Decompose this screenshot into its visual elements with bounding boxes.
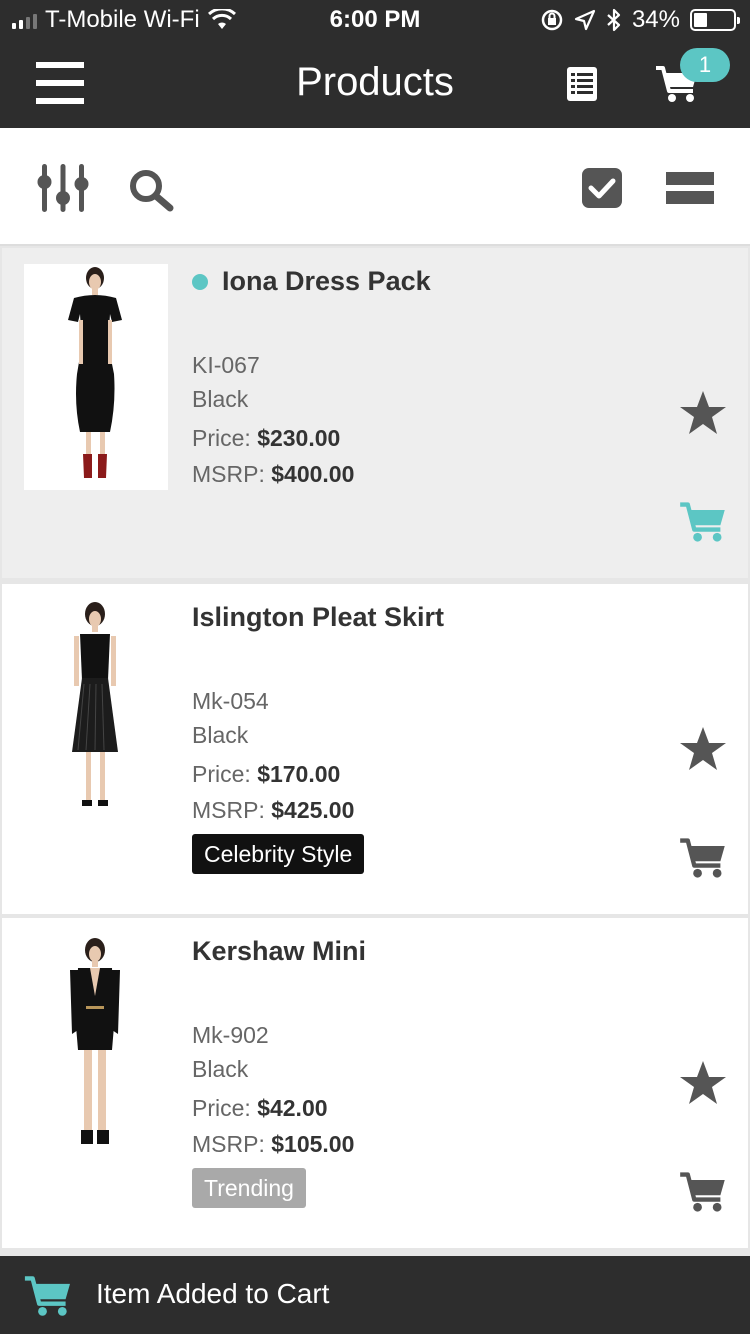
orientation-lock-icon bbox=[541, 9, 563, 31]
product-image[interactable] bbox=[24, 600, 168, 826]
product-msrp: MSRP: $400.00 bbox=[192, 456, 354, 492]
product-msrp: MSRP: $425.00 bbox=[192, 792, 354, 828]
list-icon[interactable] bbox=[566, 66, 598, 102]
product-card[interactable]: Kershaw Mini Mk-902 Black Price: $42.00 … bbox=[2, 918, 748, 1248]
bluetooth-icon bbox=[607, 8, 621, 32]
product-image[interactable] bbox=[24, 934, 168, 1160]
msrp-label: MSRP: bbox=[192, 797, 265, 823]
filter-icon[interactable] bbox=[36, 162, 90, 214]
price-value: $42.00 bbox=[257, 1095, 328, 1121]
product-name-row: Kershaw Mini bbox=[192, 936, 366, 967]
add-to-cart-icon[interactable] bbox=[678, 1170, 728, 1214]
product-tag: Trending bbox=[192, 1168, 306, 1208]
product-msrp: MSRP: $105.00 bbox=[192, 1126, 354, 1162]
product-sku: KI-067 bbox=[192, 352, 260, 378]
price-value: $170.00 bbox=[257, 761, 341, 787]
status-right: 34% bbox=[540, 6, 740, 34]
product-name[interactable]: Kershaw Mini bbox=[192, 936, 366, 967]
product-info: Mk-054 Black Price: $170.00 MSRP: $425.0… bbox=[192, 684, 354, 828]
product-price: Price: $170.00 bbox=[192, 756, 354, 792]
price-label: Price: bbox=[192, 425, 251, 451]
product-card[interactable]: Iona Dress Pack KI-067 Black Price: $230… bbox=[2, 248, 748, 578]
product-info: Mk-902 Black Price: $42.00 MSRP: $105.00 bbox=[192, 1018, 354, 1162]
product-name-row: Islington Pleat Skirt bbox=[192, 602, 444, 633]
location-icon bbox=[574, 9, 596, 31]
product-name[interactable]: Iona Dress Pack bbox=[222, 266, 431, 297]
msrp-label: MSRP: bbox=[192, 1131, 265, 1157]
product-tag: Celebrity Style bbox=[192, 834, 365, 874]
search-icon[interactable] bbox=[128, 168, 176, 212]
product-sku: Mk-054 bbox=[192, 688, 269, 714]
checkbox-icon[interactable] bbox=[582, 168, 622, 208]
product-name[interactable]: Islington Pleat Skirt bbox=[192, 602, 444, 633]
product-card[interactable]: Islington Pleat Skirt Mk-054 Black Price… bbox=[2, 584, 748, 914]
toast-notification: Item Added to Cart bbox=[0, 1256, 750, 1334]
star-icon[interactable] bbox=[678, 1060, 728, 1106]
star-icon[interactable] bbox=[678, 726, 728, 772]
product-color: Black bbox=[192, 1056, 249, 1082]
add-to-cart-icon[interactable] bbox=[678, 500, 728, 544]
battery-icon bbox=[690, 9, 740, 31]
msrp-value: $425.00 bbox=[271, 797, 355, 823]
toast-message: Item Added to Cart bbox=[96, 1278, 330, 1309]
toolbar bbox=[0, 128, 750, 246]
price-value: $230.00 bbox=[257, 425, 341, 451]
msrp-value: $400.00 bbox=[271, 461, 355, 487]
product-sku: Mk-902 bbox=[192, 1022, 269, 1048]
page-title: Products bbox=[296, 60, 454, 104]
layout-icon[interactable] bbox=[666, 172, 714, 204]
price-label: Price: bbox=[192, 761, 251, 787]
add-to-cart-icon[interactable] bbox=[678, 836, 728, 880]
in-cart-indicator-icon bbox=[192, 273, 208, 290]
price-label: Price: bbox=[192, 1095, 251, 1121]
product-info: KI-067 Black Price: $230.00 MSRP: $400.0… bbox=[192, 348, 354, 492]
cart-count-badge[interactable]: 1 bbox=[680, 48, 730, 82]
product-name-row: Iona Dress Pack bbox=[192, 266, 431, 297]
star-icon[interactable] bbox=[678, 390, 728, 436]
msrp-label: MSRP: bbox=[192, 461, 265, 487]
status-bar: T-Mobile Wi-Fi 6:00 PM 34% bbox=[0, 0, 750, 40]
msrp-value: $105.00 bbox=[271, 1131, 355, 1157]
product-image[interactable] bbox=[24, 264, 168, 490]
battery-percent: 34% bbox=[631, 6, 680, 33]
product-price: Price: $42.00 bbox=[192, 1090, 354, 1126]
product-price: Price: $230.00 bbox=[192, 420, 354, 456]
product-color: Black bbox=[192, 386, 249, 412]
product-color: Black bbox=[192, 722, 249, 748]
cart-icon bbox=[24, 1276, 70, 1316]
app-header: Products 1 bbox=[0, 40, 750, 128]
